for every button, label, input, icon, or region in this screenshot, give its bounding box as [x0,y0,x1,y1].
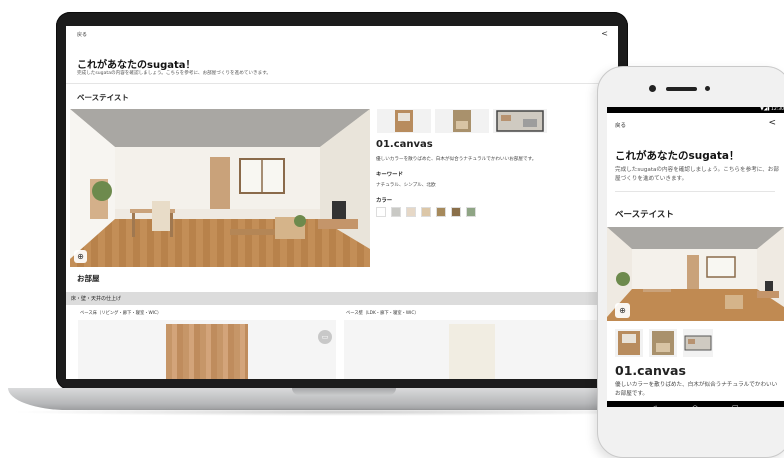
thumbnail-image [453,110,471,132]
taste-name: 01.canvas [376,139,433,150]
status-signal-icon: ▼◢▮ [760,107,772,112]
thumbnail-image [684,335,712,351]
laptop-shadow [8,408,680,416]
wall-sample [449,324,495,379]
status-time: 12:30 [771,107,784,112]
thumbnail-3[interactable] [493,109,547,133]
laptop-screen: 戻る < これがあなたのsugata！ 完成したsugataの内容を確認しましょ… [66,26,618,379]
android-nav-bar: ◁ ○ □ [607,401,784,407]
thumbnail-1[interactable] [377,109,431,133]
room-illustration [70,109,370,267]
page-subtitle: 完成したsugataの内容を確認しましょう。こちらを参考に、お部屋づくりを進めて… [615,167,779,182]
top-bar [66,26,618,42]
thumbnail-2[interactable] [649,329,677,357]
nav-back-icon[interactable]: ◁ [651,404,656,407]
status-bar: ▼◢▮ 12:30 [607,107,784,113]
card-floor[interactable] [78,320,336,379]
thumbnail-2[interactable] [435,109,489,133]
divider [66,83,618,84]
card-floor-label: ベース床（リビング・廊下・寝室・WIC） [80,311,162,316]
laptop-notch [292,388,396,395]
share-icon[interactable]: < [601,29,608,38]
room-heading: お部屋 [77,274,100,283]
page-title: これがあなたのsugata！ [615,150,740,162]
nav-home-icon[interactable]: ○ [692,404,698,407]
floor-sample [166,324,248,379]
room-photo[interactable]: ⊕ [70,109,370,267]
taste-name: 01.canvas [615,363,686,378]
card-wall[interactable] [344,320,618,379]
phone-screen: ▼◢▮ 12:30 戻る < これがあなたのsugata！ 完成したsugata… [607,107,784,407]
taste-description: 優しいカラーを散りばめた、白木が似合うナチュラルでかわいいお部屋です。 [376,157,537,162]
thumbnail-image [395,110,413,132]
color-swatch [391,207,401,217]
color-swatch [376,207,386,217]
keyword-list: ナチュラル、シンプル、北欧 [376,183,436,188]
card-wall-label: ベース壁（LDK・廊下・寝室・WIC） [346,311,419,316]
color-swatch [466,207,476,217]
phone-sensor [705,86,710,91]
share-icon[interactable]: < [768,118,776,128]
zoom-icon[interactable]: ⊕ [74,250,87,263]
color-swatch [406,207,416,217]
color-swatch [451,207,461,217]
zoom-icon[interactable]: ⊕ [615,303,630,318]
section-heading-base-taste: ベーステイスト [615,210,674,220]
page-title: これがあなたのsugata！ [77,60,196,71]
thumbnail-3[interactable] [683,329,713,357]
page-subtitle: 完成したsugataの内容を確認しましょう。こちらを参考に、お部屋づくりを進めて… [77,71,271,76]
room-illustration [607,227,784,321]
thumbnail-image [652,331,674,355]
nav-recent-icon[interactable]: □ [732,404,739,407]
comment-icon[interactable]: ▭ [318,330,332,344]
phone-speaker [666,87,697,91]
color-swatch [421,207,431,217]
color-swatch [436,207,446,217]
color-heading: カラー [376,198,393,204]
back-link[interactable]: 戻る [615,121,626,129]
back-link[interactable]: 戻る [77,31,87,38]
finish-band-label: 床・壁・天井の仕上げ [71,296,122,302]
keyword-heading: キーワード [376,172,403,178]
finish-band [66,292,618,305]
section-heading-base-taste: ベーステイスト [77,93,129,102]
taste-description: 優しいカラーを散りばめた、白木が似合うナチュラルでかわいいお部屋です。 [615,382,778,397]
thumbnail-image [618,331,640,355]
thumbnail-image [496,110,544,132]
thumbnail-1[interactable] [615,329,643,357]
room-photo[interactable]: ⊕ [607,227,784,321]
divider [615,191,775,192]
phone-camera [649,85,656,92]
